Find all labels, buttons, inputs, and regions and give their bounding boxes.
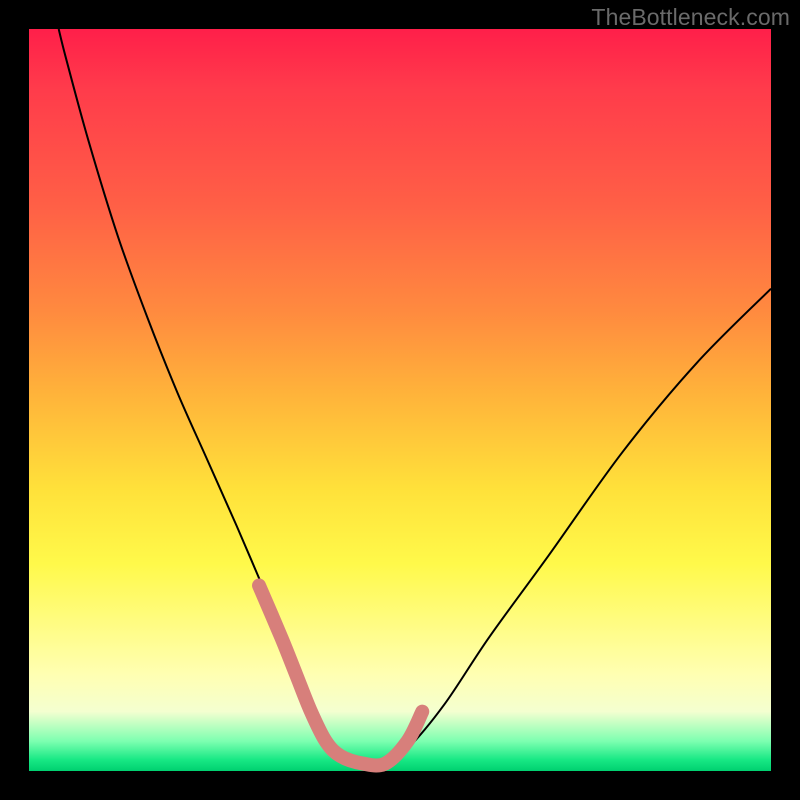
curve-svg — [29, 29, 771, 771]
bottleneck-curve — [59, 29, 771, 765]
confidence-band — [259, 586, 422, 766]
plot-area — [29, 29, 771, 771]
chart-frame: TheBottleneck.com — [0, 0, 800, 800]
watermark-text: TheBottleneck.com — [591, 4, 790, 31]
